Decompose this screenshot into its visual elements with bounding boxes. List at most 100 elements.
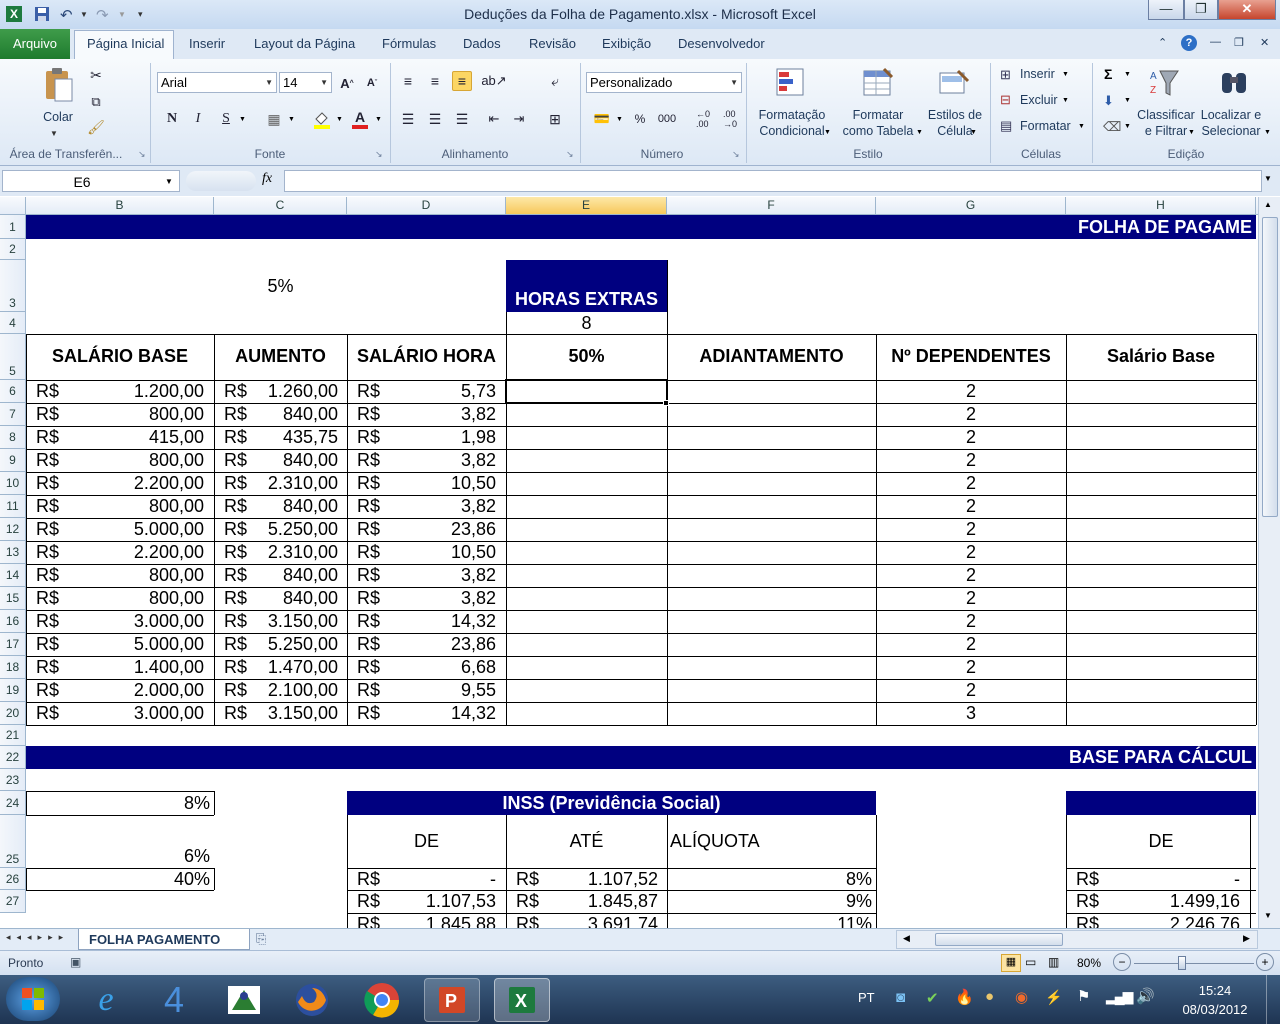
decrease-decimal-icon[interactable]: .00 →0 (720, 109, 740, 129)
zoom-slider-track[interactable] (1134, 963, 1254, 964)
find-select-button[interactable]: Localizar e Selecionar (1198, 107, 1264, 139)
chevron-down-icon[interactable]: ▼ (1062, 71, 1069, 78)
percent-button[interactable]: % (630, 109, 650, 129)
find-select-icon[interactable] (1218, 67, 1250, 99)
tab-home[interactable]: Página Inicial (87, 36, 164, 51)
internet-explorer-icon[interactable]: e (78, 978, 134, 1022)
tab-data[interactable]: Dados (463, 36, 501, 51)
minimize-ribbon-icon[interactable]: ⌃ (1158, 36, 1167, 49)
tray-usb-icon[interactable]: ⚡ (1045, 989, 1062, 1006)
macro-record-icon[interactable]: ▣ (70, 955, 81, 969)
col-header-e[interactable]: E (506, 197, 667, 214)
chevron-down-icon[interactable]: ▼ (375, 116, 382, 123)
clear-icon[interactable]: ⌫ (1103, 119, 1121, 135)
help-icon[interactable]: ? (1181, 35, 1197, 51)
paste-button[interactable]: Colar (40, 109, 76, 125)
row-header[interactable]: 2 (0, 239, 26, 260)
row-header[interactable]: 13 (0, 541, 26, 564)
chevron-down-icon[interactable]: ▼ (1124, 71, 1131, 78)
row-header[interactable]: 19 (0, 679, 26, 702)
sheet-tab[interactable]: FOLHA PAGAMENTO (78, 929, 250, 950)
horizontal-scroll-thumb[interactable] (935, 933, 1063, 946)
alignment-launcher-icon[interactable]: ↘ (566, 149, 574, 160)
scroll-left-icon[interactable]: ◀ (903, 933, 910, 944)
row-header[interactable]: 17 (0, 633, 26, 656)
excel-taskbar-icon[interactable]: X (494, 978, 550, 1022)
tab-formulas[interactable]: Fórmulas (382, 36, 436, 51)
align-bottom-icon[interactable]: ≡ (452, 71, 472, 91)
row-header[interactable]: 1 (0, 215, 26, 239)
copy-icon[interactable]: ⧉ (86, 92, 106, 112)
align-right-icon[interactable]: ☰ (452, 109, 472, 129)
volume-icon[interactable]: 🔊 (1136, 987, 1155, 1005)
page-layout-view-icon[interactable]: ▭ (1025, 955, 1036, 969)
app-four-icon[interactable]: 4 (146, 978, 202, 1022)
chevron-down-icon[interactable]: ▼ (165, 177, 173, 186)
increase-indent-icon[interactable]: ⇥ (509, 109, 529, 129)
start-button-icon[interactable] (6, 977, 60, 1021)
chevron-down-icon[interactable]: ▼ (1124, 97, 1131, 104)
clock-time[interactable]: 15:24 (1190, 983, 1240, 998)
accounting-format-icon[interactable]: 💳 (592, 109, 612, 129)
tab-view[interactable]: Exibição (602, 36, 651, 51)
customize-qat-icon[interactable]: ▾ (138, 9, 154, 25)
app-game-icon[interactable] (216, 978, 272, 1022)
row-header[interactable]: 18 (0, 656, 26, 679)
insert-cells-icon[interactable]: ⊞ (1000, 67, 1011, 83)
grow-font-icon[interactable]: A ^ (337, 73, 357, 93)
chevron-down-icon[interactable]: ▼ (1062, 97, 1069, 104)
row-header[interactable]: 16 (0, 610, 26, 633)
cut-icon[interactable]: ✂ (86, 65, 106, 85)
conditional-formatting-icon[interactable] (775, 67, 807, 99)
fill-handle[interactable] (663, 400, 669, 406)
chevron-down-icon[interactable]: ▼ (239, 116, 246, 123)
col-header-d[interactable]: D (347, 197, 506, 214)
borders-icon[interactable]: ▦ (264, 109, 284, 129)
fill-icon[interactable]: ⬇ (1103, 93, 1114, 109)
row-header[interactable]: 5 (0, 334, 26, 380)
row-header[interactable]: 21 (0, 725, 26, 746)
cell-styles-icon[interactable] (938, 67, 970, 99)
font-size-combo[interactable]: 14 ▼ (279, 72, 332, 93)
zoom-level[interactable]: 80% (1077, 956, 1101, 970)
col-header-b[interactable]: B (26, 197, 214, 214)
paste-icon[interactable] (42, 67, 74, 103)
col-header-f[interactable]: F (667, 197, 876, 214)
align-top-icon[interactable]: ≡ (398, 71, 418, 91)
expand-formula-icon[interactable]: ▼ (1264, 174, 1272, 183)
chevron-down-icon[interactable]: ▼ (1188, 129, 1195, 136)
undo-icon[interactable]: ↶ (60, 6, 76, 24)
tray-update-icon[interactable]: ◉ (1015, 988, 1028, 1006)
chevron-down-icon[interactable]: ▼ (824, 129, 831, 136)
row-header[interactable]: 6 (0, 380, 26, 403)
tab-insert[interactable]: Inserir (189, 36, 225, 51)
restore-button[interactable]: ❐ (1184, 0, 1218, 20)
row-header[interactable]: 4 (0, 312, 26, 334)
increase-decimal-icon[interactable]: ←0.00 (693, 109, 713, 129)
row-header[interactable]: 27 (0, 890, 26, 913)
row-header[interactable]: 11 (0, 495, 26, 518)
row-header[interactable]: 7 (0, 403, 26, 426)
row-header[interactable]: 20 (0, 702, 26, 725)
select-all-corner[interactable] (0, 197, 26, 214)
format-painter-icon[interactable]: 🖌 (86, 117, 106, 137)
number-format-combo[interactable]: Personalizado ▼ (586, 72, 742, 93)
format-cells-button[interactable]: Formatar (1020, 119, 1071, 133)
underline-button[interactable]: S (216, 109, 236, 129)
scroll-right-icon[interactable]: ▶ (1243, 933, 1250, 944)
selected-cell-e6[interactable] (505, 379, 668, 404)
scroll-up-icon[interactable]: ▲ (1264, 200, 1272, 209)
font-color-icon[interactable]: A (350, 109, 370, 129)
tab-page-layout[interactable]: Layout da Página (254, 36, 355, 51)
fill-color-icon[interactable] (312, 109, 332, 129)
redo-dropdown-icon[interactable]: ▼ (118, 10, 134, 26)
vertical-scrollbar[interactable]: ▲ ▼ (1258, 197, 1280, 928)
merge-center-icon[interactable]: ⊞ (545, 109, 565, 129)
tray-globe-icon[interactable]: ● (985, 988, 994, 1005)
zoom-slider-thumb[interactable] (1178, 956, 1186, 970)
tab-developer[interactable]: Desenvolvedor (678, 36, 765, 51)
chrome-icon[interactable] (354, 978, 410, 1022)
normal-view-icon[interactable]: ▦ (1001, 954, 1021, 972)
row-header[interactable]: 22 (0, 746, 26, 769)
chevron-down-icon[interactable]: ▼ (616, 116, 623, 123)
